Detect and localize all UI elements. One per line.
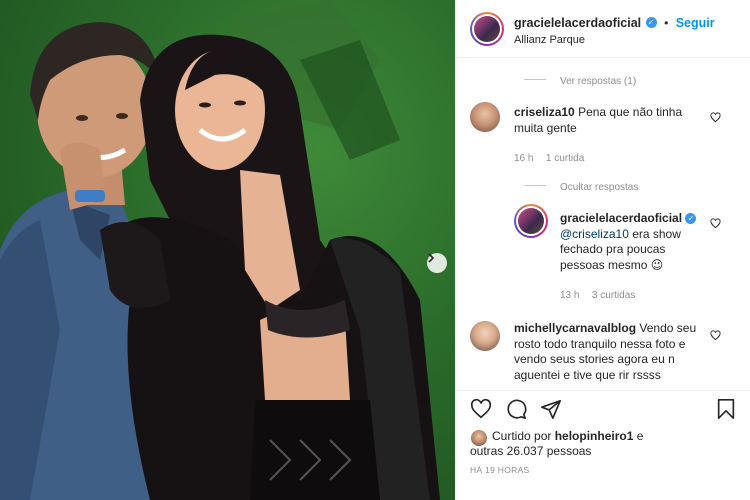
post-panel: gracielelacerdaoficial ✓ • Seguir Allian…: [455, 0, 750, 500]
reply-body: gracielelacerdaoficial ✓ @criseliza10 er…: [560, 211, 705, 273]
view-replies-label: Ver respostas (1): [560, 76, 637, 87]
reply-avatar[interactable]: [514, 204, 548, 238]
reply-mention[interactable]: @criseliza10: [560, 227, 629, 241]
next-image-button[interactable]: [427, 253, 447, 273]
likes-count[interactable]: outras 26.037 pessoas: [470, 444, 591, 459]
verified-badge-icon: ✓: [685, 213, 697, 225]
comment-likes[interactable]: 1 curtida: [546, 153, 584, 164]
reply-like-heart-icon[interactable]: [710, 218, 721, 229]
comment-body: michellycarnavalblog Vendo seu rosto tod…: [514, 321, 704, 383]
comment-time[interactable]: 16 h: [514, 153, 533, 164]
photo-illustration: [0, 0, 440, 500]
post-location[interactable]: Allianz Parque: [514, 34, 585, 46]
chevron-right-icon: [428, 253, 435, 263]
post-timestamp[interactable]: HÁ 19 HORAS: [470, 465, 530, 475]
commenter-avatar[interactable]: [470, 102, 500, 132]
author-avatar[interactable]: [470, 12, 504, 46]
comment-like-heart-icon[interactable]: [710, 330, 721, 341]
heart-icon[interactable]: [470, 398, 492, 420]
post-photo[interactable]: [0, 0, 455, 500]
instagram-post: gracielelacerdaoficial ✓ • Seguir Allian…: [0, 0, 750, 500]
reply-likes[interactable]: 3 curtidas: [592, 290, 635, 301]
post-actions: Curtido por helopinheiro1 e outras 26.03…: [456, 390, 750, 500]
separator-dot: •: [664, 16, 669, 30]
follow-button[interactable]: Seguir: [676, 16, 715, 30]
comment-meta: 16 h 1 curtida: [514, 148, 584, 166]
comment-body: criseliza10 Pena que não tinha muita gen…: [514, 105, 714, 136]
comments-list[interactable]: Ver respostas (1) criseliza10 Pena que n…: [456, 59, 750, 389]
hide-replies-toggle[interactable]: Ocultar respostas: [524, 177, 638, 195]
post-header: gracielelacerdaoficial ✓ • Seguir Allian…: [456, 0, 750, 58]
author-username[interactable]: gracielelacerdaoficial: [514, 16, 641, 30]
comment-like-heart-icon[interactable]: [710, 112, 721, 123]
liked-by-prefix: Curtido por: [492, 429, 555, 443]
bookmark-icon[interactable]: [715, 398, 737, 420]
commenter-avatar[interactable]: [470, 321, 500, 351]
reply-username[interactable]: gracielelacerdaoficial: [560, 211, 682, 225]
replies-dash: [524, 185, 546, 187]
hide-replies-label: Ocultar respostas: [560, 182, 639, 193]
view-replies-toggle[interactable]: Ver respostas (1): [524, 71, 636, 89]
replies-dash: [524, 79, 546, 81]
liked-by-user[interactable]: helopinheiro1: [555, 429, 634, 443]
comment-username[interactable]: criseliza10: [514, 105, 575, 119]
liked-by-suffix: e: [633, 429, 644, 443]
liked-by-text: Curtido por helopinheiro1 e: [492, 429, 742, 444]
comment-username[interactable]: michellycarnavalblog: [514, 321, 636, 335]
verified-badge-icon: ✓: [645, 17, 657, 29]
comment-icon[interactable]: [505, 398, 527, 420]
reply-meta: 13 h 3 curtidas: [560, 285, 635, 303]
share-icon[interactable]: [540, 398, 562, 420]
reply-time[interactable]: 13 h: [560, 290, 579, 301]
